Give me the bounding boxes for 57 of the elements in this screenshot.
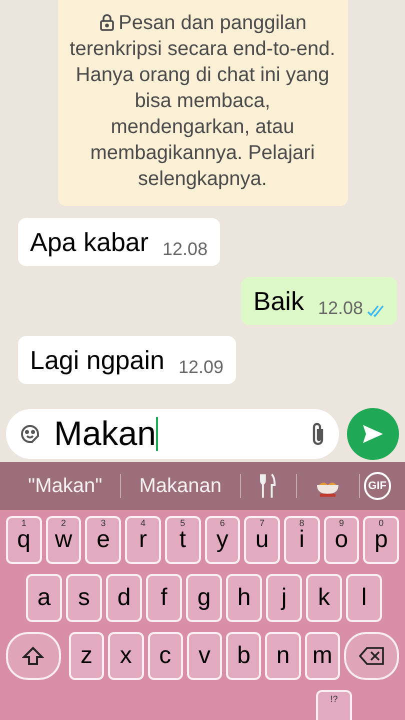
key-number-hint: 5: [180, 519, 186, 528]
letter-key[interactable]: g: [186, 574, 222, 622]
key-number-hint: 7: [260, 519, 265, 528]
letter-key[interactable]: v: [186, 632, 222, 680]
letter-key[interactable]: j: [266, 574, 302, 622]
letter-key[interactable]: m: [304, 632, 340, 680]
fork-knife-icon[interactable]: [260, 473, 276, 499]
letter-key[interactable]: a: [26, 574, 62, 622]
letter-key[interactable]: z: [68, 632, 104, 680]
letter-key[interactable]: f: [146, 574, 182, 622]
message-time: 12.08: [318, 299, 363, 317]
letter-key[interactable]: c: [148, 632, 183, 680]
message-text: Apa kabar: [30, 226, 149, 258]
letter-key[interactable]: i 8: [284, 516, 320, 564]
message-text: Baik: [253, 285, 304, 317]
letter-key[interactable]: y 6: [204, 516, 240, 564]
lock-icon: [98, 12, 115, 31]
key-number-hint: 8: [299, 519, 304, 528]
key-number-hint: 2: [61, 519, 66, 528]
send-icon: [362, 424, 384, 444]
word-suggestion[interactable]: Makanan: [125, 471, 236, 501]
shift-key[interactable]: [6, 632, 61, 680]
backspace-key[interactable]: [344, 632, 399, 680]
text-cursor: [156, 416, 158, 451]
letter-key[interactable]: u 7: [244, 516, 280, 564]
key-number-hint: 4: [140, 519, 146, 528]
message-input-text: Makan: [54, 416, 156, 451]
encryption-notice-text: Pesan dan panggilan terenkripsi secara end-to-end. Hanya orang di chat ini yang bisa membaca, mendengarkan, atau membagikannya. Pelajari selengkapnya.: [70, 11, 336, 192]
letter-key[interactable]: o 9: [324, 516, 360, 564]
backspace-icon: [358, 647, 385, 665]
key-number-hint: 0: [378, 519, 384, 528]
key-number-hint: 9: [338, 519, 344, 528]
word-suggestion[interactable]: "Makan": [14, 471, 116, 501]
letter-key[interactable]: q 1: [6, 516, 42, 564]
letter-key[interactable]: k: [306, 574, 342, 622]
message-input-field[interactable]: Makan: [6, 408, 339, 459]
letter-key[interactable]: r 4: [125, 516, 161, 564]
key-number-hint: 6: [220, 519, 225, 528]
key-number-hint: 3: [100, 519, 106, 528]
message-time: 12.09: [178, 358, 224, 376]
letter-key[interactable]: h: [226, 574, 262, 622]
letter-key[interactable]: e 3: [85, 516, 122, 564]
letter-key[interactable]: w 2: [46, 516, 82, 564]
shift-arrow-icon: [22, 646, 44, 666]
letter-key[interactable]: s: [66, 574, 102, 622]
message-text: Lagi ngpain: [30, 344, 164, 376]
letter-key[interactable]: t 5: [164, 516, 201, 564]
letter-key[interactable]: b: [226, 632, 262, 680]
symbols-key[interactable]: !?: [316, 690, 352, 720]
letter-key[interactable]: n: [265, 632, 301, 680]
letter-key[interactable]: l: [346, 574, 382, 622]
gif-search-button[interactable]: GIF: [364, 472, 392, 500]
key-number-hint: 1: [21, 519, 26, 528]
letter-key[interactable]: x: [108, 632, 144, 680]
letter-key[interactable]: d: [106, 574, 142, 622]
letter-key[interactable]: p 0: [363, 516, 400, 564]
message-time: 12.08: [162, 240, 208, 258]
